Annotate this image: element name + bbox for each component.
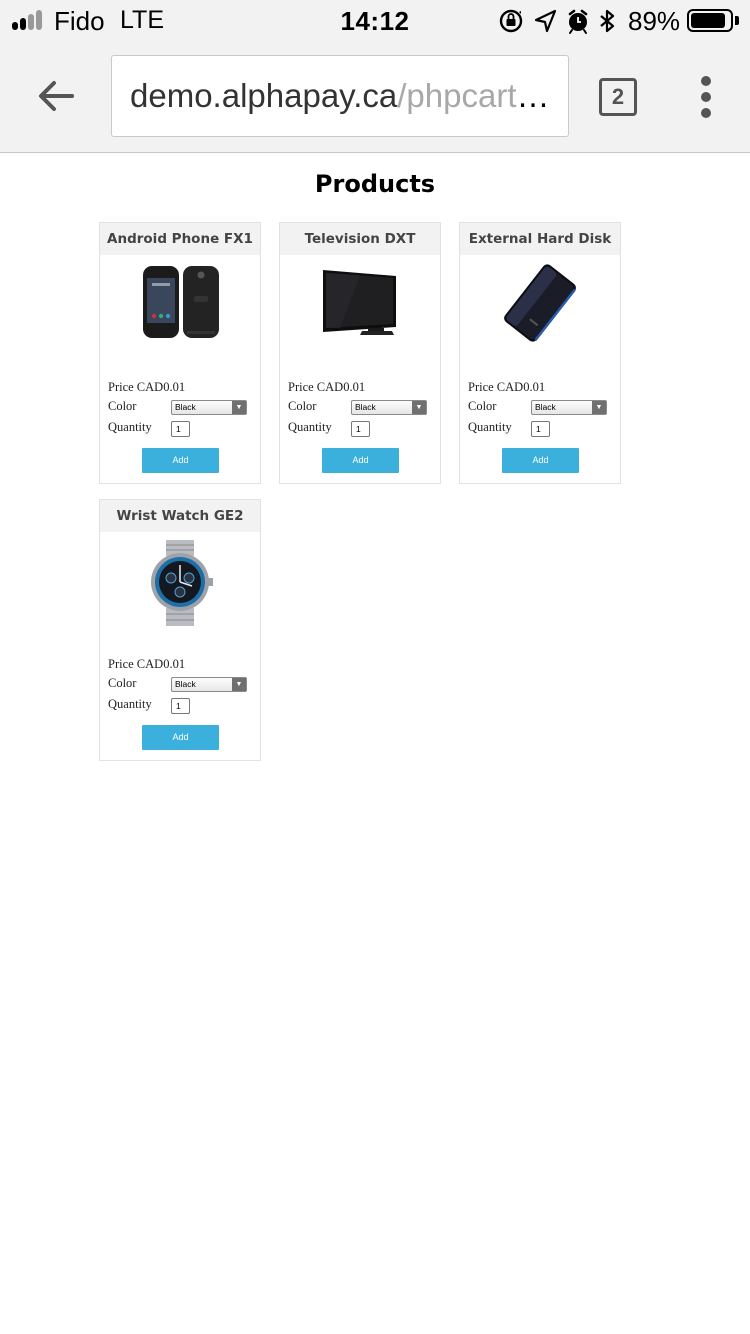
tab-switcher-button[interactable]: 2 (599, 78, 637, 116)
quantity-input[interactable]: 1 (351, 421, 370, 437)
back-arrow-icon (39, 81, 74, 111)
chevron-down-icon: ▼ (412, 401, 426, 414)
battery-level-fill (691, 13, 725, 28)
battery-cap (735, 16, 739, 25)
status-icons (499, 9, 615, 34)
url-text: demo.alphapay.ca/phpcartdemo (130, 56, 550, 136)
status-bar: Fido LTE 14:12 89% (0, 0, 750, 40)
color-select-value: Black (535, 402, 556, 412)
color-select[interactable]: Black ▼ (171, 677, 247, 692)
color-label: Color (108, 399, 137, 413)
quantity-label: Quantity (108, 697, 152, 711)
color-select-value: Black (355, 402, 376, 412)
product-name: External Hard Disk (460, 223, 620, 255)
location-icon (534, 9, 557, 33)
browser-toolbar: demo.alphapay.ca/phpcartdemo 2 (0, 40, 750, 153)
chevron-down-icon: ▼ (592, 401, 606, 414)
watch-image (151, 540, 213, 626)
bluetooth-icon (600, 9, 615, 33)
television-image (323, 270, 396, 335)
back-button[interactable] (30, 72, 82, 124)
page-title: Products (314, 170, 436, 198)
color-label: Color (108, 676, 137, 690)
product-name: Television DXT (280, 223, 440, 255)
product-card: Android Phone FX1 Price CAD0.01 Color Bl… (99, 222, 261, 484)
chevron-down-icon: ▼ (232, 678, 246, 691)
chevron-down-icon: ▼ (232, 401, 246, 414)
url-host: demo.alphapay.ca (130, 77, 398, 114)
product-card: Wrist Watch GE2 Price CAD0.01 Color Blac… (99, 499, 261, 761)
hard-disk-image (504, 264, 576, 342)
quantity-input[interactable]: 1 (171, 421, 190, 437)
product-price: Price CAD0.01 (468, 380, 546, 394)
product-name: Android Phone FX1 (100, 223, 260, 255)
quantity-label: Quantity (108, 420, 152, 434)
quantity-input[interactable]: 1 (171, 698, 190, 714)
more-vert-icon[interactable] (694, 76, 718, 120)
product-price: Price CAD0.01 (108, 380, 186, 394)
color-select[interactable]: Black ▼ (531, 400, 607, 415)
product-name: Wrist Watch GE2 (100, 500, 260, 532)
quantity-label: Quantity (288, 420, 332, 434)
url-path: /phpcartdemo (397, 77, 550, 114)
address-bar[interactable]: demo.alphapay.ca/phpcartdemo (111, 55, 569, 137)
add-to-cart-button[interactable]: Add (322, 448, 399, 473)
battery-icon (687, 9, 733, 32)
color-select-value: Black (175, 679, 196, 689)
product-price: Price CAD0.01 (108, 657, 186, 671)
add-to-cart-button[interactable]: Add (502, 448, 579, 473)
color-select[interactable]: Black ▼ (171, 400, 247, 415)
product-price: Price CAD0.01 (288, 380, 366, 394)
quantity-input[interactable]: 1 (531, 421, 550, 437)
color-select[interactable]: Black ▼ (351, 400, 427, 415)
product-card: Television DXT Price CAD0.01 Color Black… (279, 222, 441, 484)
alarm-icon (568, 9, 588, 34)
quantity-label: Quantity (468, 420, 512, 434)
color-label: Color (288, 399, 317, 413)
orientation-lock-icon (499, 9, 523, 33)
phone-image (143, 266, 219, 338)
battery-percent: 89% (628, 6, 681, 36)
add-to-cart-button[interactable]: Add (142, 725, 219, 750)
color-label: Color (468, 399, 497, 413)
color-select-value: Black (175, 402, 196, 412)
product-card: External Hard Disk Price CAD0.01 Color B… (459, 222, 621, 484)
add-to-cart-button[interactable]: Add (142, 448, 219, 473)
